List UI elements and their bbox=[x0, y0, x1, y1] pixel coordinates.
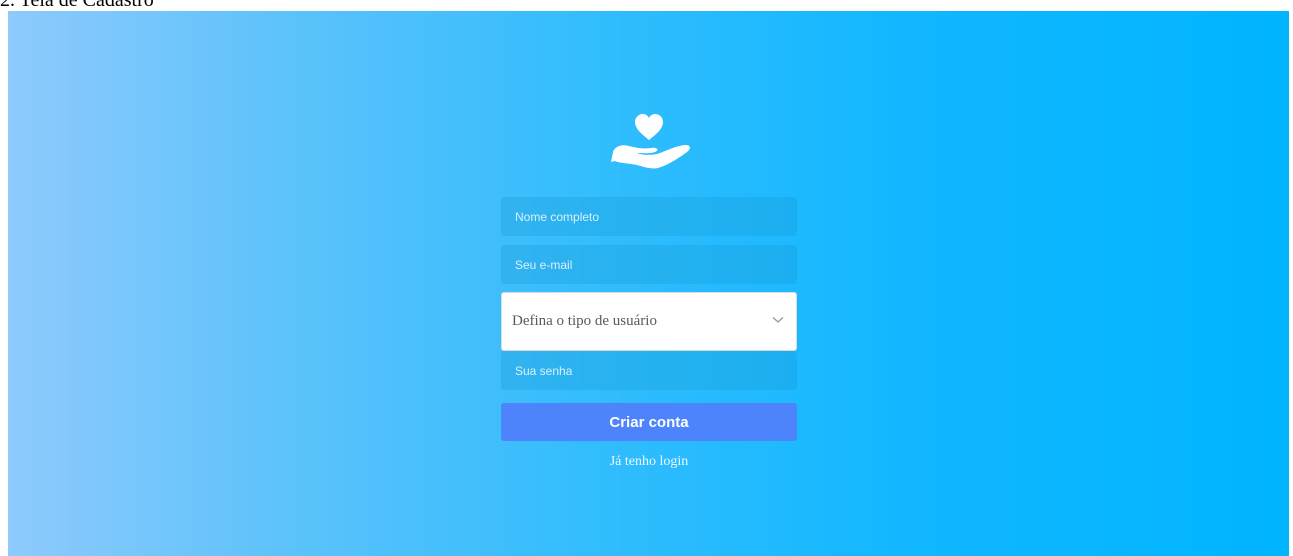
create-account-button[interactable]: Criar conta bbox=[501, 403, 797, 441]
email-input[interactable] bbox=[501, 245, 797, 284]
chevron-down-icon bbox=[772, 317, 784, 323]
heart-hand-icon bbox=[611, 114, 690, 169]
signup-screen: Defina o tipo de usuário Criar conta Já … bbox=[8, 11, 1289, 556]
document-caption: 2. Tela de Cadastro bbox=[0, 0, 154, 11]
password-input[interactable] bbox=[501, 351, 797, 390]
already-have-login-link[interactable]: Já tenho login bbox=[501, 454, 797, 470]
user-type-select[interactable]: Defina o tipo de usuário bbox=[501, 292, 797, 351]
user-type-select-value: Defina o tipo de usuário bbox=[512, 313, 657, 329]
full-name-input[interactable] bbox=[501, 197, 797, 236]
